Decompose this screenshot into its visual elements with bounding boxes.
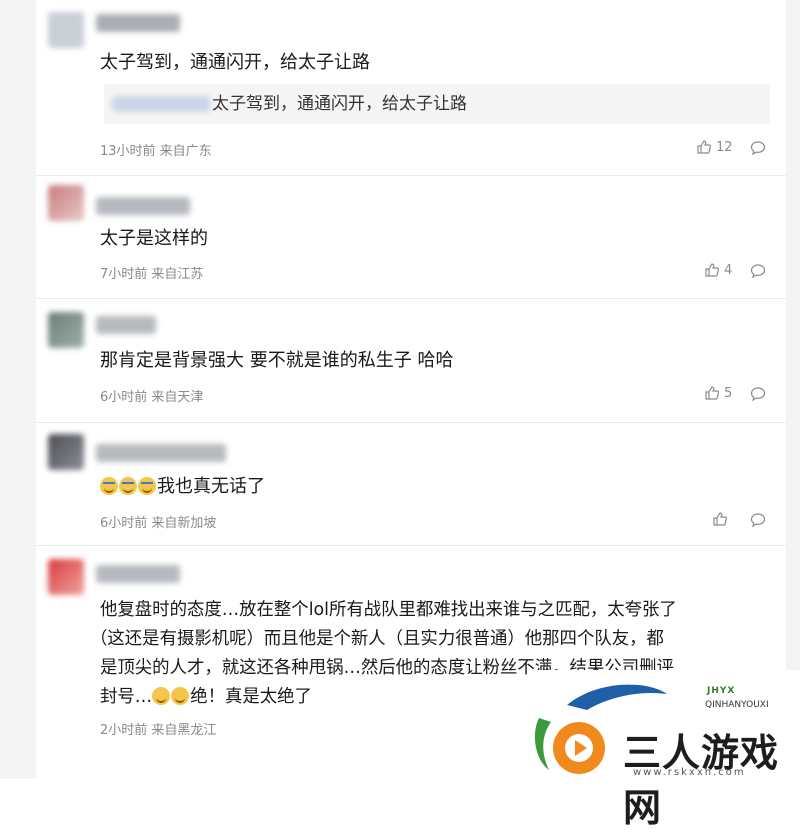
quoted-username-blurred[interactable] — [112, 96, 210, 112]
comment-meta: 6小时前 来自新加坡 — [100, 516, 217, 531]
comment-item: 那肯定是背景强大 要不就是谁的私生子 哈哈 6小时前 来自天津 5 — [36, 298, 786, 423]
comment-text: 太子驾到，通通闪开，给太子让路 — [100, 52, 370, 73]
comment-item: 太子是这样的 7小时前 来自江苏 4 — [36, 175, 786, 299]
comment-text-line: 他复盘时的态度…放在整个lol所有战队里都难找出来谁与之匹配，太夸张了 — [100, 600, 677, 620]
comment-text: 那肯定是背景强大 要不就是谁的私生子 哈哈 — [100, 350, 454, 371]
comment-meta: 13小时前 来自广东 — [100, 144, 212, 159]
like-button[interactable] — [712, 511, 728, 527]
cry-emoji-icon — [100, 477, 118, 495]
comment-meta: 6小时前 来自天津 — [100, 390, 204, 405]
avatar[interactable] — [48, 312, 84, 348]
like-button[interactable]: 12 — [696, 139, 733, 155]
like-button[interactable]: 4 — [704, 262, 732, 278]
username-blurred[interactable] — [96, 14, 180, 32]
username-blurred[interactable] — [96, 197, 190, 215]
comment-bubble-icon[interactable] — [750, 140, 766, 156]
thumbs-up-icon — [697, 140, 712, 154]
comment-bubble-icon[interactable] — [750, 512, 766, 528]
cry-emoji-icon — [119, 477, 137, 495]
avatar[interactable] — [48, 434, 84, 470]
site-url: www.rskxxh.com — [633, 767, 746, 778]
comment-text-suffix: 绝！真是太绝了 — [190, 687, 312, 707]
brand-mark: JHYX — [707, 686, 736, 696]
comment-text-prefix: 封号… — [100, 687, 153, 707]
quoted-reply: 太子驾到，通通闪开，给太子让路 — [104, 84, 770, 124]
brand-subtext: QINHANYOUXI — [705, 700, 769, 710]
right-margin — [786, 0, 800, 779]
comment-item: 我也真无话了 6小时前 来自新加坡 — [36, 422, 786, 546]
like-count: 5 — [724, 385, 733, 401]
username-blurred[interactable] — [96, 444, 226, 462]
thumbs-up-icon — [713, 512, 728, 526]
comment-text-body: 我也真无话了 — [157, 476, 265, 497]
quoted-text: 太子驾到，通通闪开，给太子让路 — [212, 94, 467, 114]
comment-text: 太子是这样的 — [100, 228, 208, 249]
avatar[interactable] — [48, 559, 84, 595]
thumbs-up-icon — [705, 263, 720, 277]
avatar[interactable] — [48, 12, 84, 48]
comment-meta: 2小时前 来自黑龙江 — [100, 723, 217, 738]
like-count: 4 — [724, 262, 733, 278]
like-button[interactable]: 5 — [704, 385, 732, 401]
comment-meta: 7小时前 来自江苏 — [100, 267, 204, 282]
site-watermark-logo: JHYX QINHANYOUXI 三人游戏网 www.rskxxh.com — [527, 670, 800, 830]
comment-bubble-icon[interactable] — [750, 386, 766, 402]
comment-text: 我也真无话了 — [100, 472, 265, 502]
comment-text-line: （这还是有摄影机呢）而且他是个新人（且实力很普通）他那四个队友，都 — [90, 629, 664, 649]
username-blurred[interactable] — [96, 565, 180, 583]
avatar[interactable] — [48, 185, 84, 221]
laugh-emoji-icon — [152, 687, 171, 705]
cry-emoji-icon — [138, 477, 156, 495]
laugh-emoji-icon — [171, 687, 190, 705]
username-blurred[interactable] — [96, 316, 156, 334]
left-margin — [0, 0, 36, 779]
like-count: 12 — [716, 139, 733, 155]
comment-bubble-icon[interactable] — [750, 263, 766, 279]
comment-text-line: 封号… 绝！真是太绝了 — [100, 682, 312, 712]
comment-item: 太子驾到，通通闪开，给太子让路 太子驾到，通通闪开，给太子让路 13小时前 来自… — [36, 0, 786, 176]
thumbs-up-icon — [705, 386, 720, 400]
